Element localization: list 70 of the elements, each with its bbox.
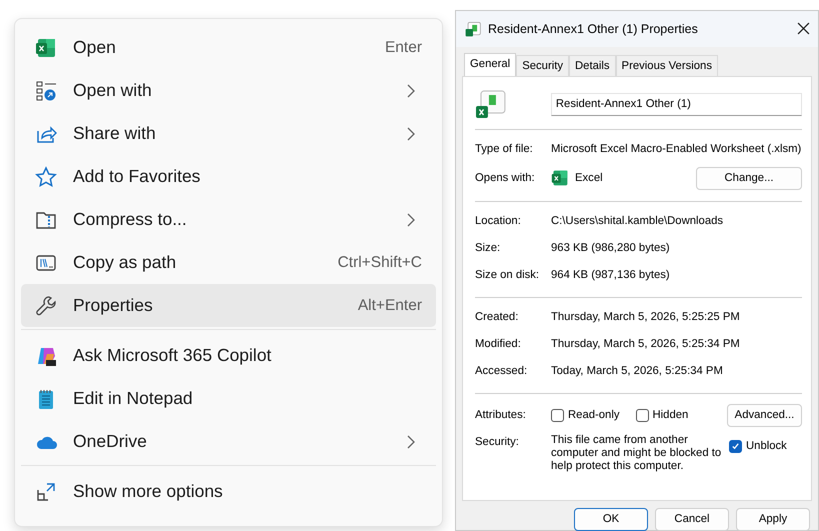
- field-value: Thursday, March 5, 2026, 5:25:34 PM: [551, 337, 740, 352]
- menu-label: Properties: [73, 294, 154, 318]
- field-label: Security:: [475, 435, 520, 450]
- menu-item[interactable]: Copy as path Ctrl+Shift+C: [21, 241, 436, 284]
- shortcut-text: Enter: [384, 38, 422, 58]
- menu-item[interactable]: Share with: [21, 112, 436, 155]
- menu-label: Share with: [73, 122, 157, 146]
- menu-label: Ask Microsoft 365 Copilot: [73, 344, 272, 368]
- dialog-button[interactable]: Apply: [736, 508, 810, 531]
- menu-label: Open with: [73, 79, 153, 102]
- file-name-field[interactable]: Resident-Annex1 Other (1): [550, 92, 802, 116]
- field-value: C:\Users\shital.kamble\Downloads: [551, 214, 724, 230]
- field-label: Size:: [475, 241, 502, 256]
- checkbox-label: Hidden: [652, 408, 688, 423]
- shortcut-text: Alt+Enter: [358, 296, 422, 316]
- menu-label: Show more options: [73, 480, 224, 504]
- menu-item[interactable]: Open Enter: [21, 26, 436, 69]
- security-message: This file came from another computer and might be blocked to help protect this computer.: [551, 434, 722, 473]
- checkbox[interactable]: [729, 440, 742, 453]
- field-label: Location:: [475, 214, 522, 230]
- field-value: 964 KB (987,136 bytes): [551, 268, 670, 284]
- dialog-button[interactable]: Cancel: [655, 508, 729, 531]
- open-with-icon: [35, 80, 57, 102]
- field-value: Thursday, March 5, 2026, 5:25:25 PM: [551, 310, 740, 326]
- field-label: Created:: [475, 310, 520, 326]
- advanced-button[interactable]: Advanced...: [727, 404, 802, 426]
- tab[interactable]: Security: [516, 55, 570, 76]
- checkbox[interactable]: [636, 408, 648, 422]
- tab[interactable]: General: [464, 53, 516, 76]
- menu-item[interactable]: Compress to...: [21, 198, 436, 241]
- menu-item[interactable]: OneDrive: [21, 420, 436, 463]
- checkmark-icon: [731, 442, 740, 451]
- field-label: Type of file:: [475, 142, 534, 158]
- menu-label: Add to Favorites: [73, 165, 202, 188]
- file-icon: [475, 88, 507, 120]
- tab[interactable]: Previous Versions: [616, 55, 718, 76]
- menu-item[interactable]: Add to Favorites: [21, 155, 436, 198]
- checkbox-label: Unblock: [746, 439, 787, 454]
- menu-label: Copy as path: [73, 251, 178, 274]
- checkbox-label: Read-only: [568, 408, 620, 423]
- menu-item[interactable]: Ask Microsoft 365 Copilot: [21, 334, 436, 377]
- field-value: Microsoft Excel Macro-Enabled Worksheet (.xlsm): [551, 142, 802, 158]
- star-icon: [35, 166, 57, 188]
- expand-icon: [35, 480, 57, 502]
- window-title: Resident-Annex1 Other (1) Properties: [488, 20, 699, 38]
- field-label: Size on disk:: [475, 268, 540, 284]
- field-label: Accessed:: [475, 364, 528, 380]
- file-icon: [464, 20, 482, 38]
- tab[interactable]: Details: [569, 55, 616, 76]
- menu-item[interactable]: Properties Alt+Enter: [21, 284, 436, 327]
- field-label: Opens with:: [475, 170, 536, 186]
- menu-label: OneDrive: [73, 430, 148, 454]
- menu-item[interactable]: Edit in Notepad: [21, 377, 436, 420]
- excel-icon: [551, 169, 569, 187]
- field-label: Modified:: [475, 337, 522, 352]
- menu-item[interactable]: Open with: [21, 69, 436, 112]
- change-button[interactable]: Change...: [696, 166, 802, 190]
- menu-item[interactable]: Show more options: [21, 470, 436, 513]
- field-value: Today, March 5, 2026, 5:25:34 PM: [551, 364, 723, 380]
- field-value: 963 KB (986,280 bytes): [551, 241, 670, 256]
- excel-icon: [35, 36, 57, 58]
- menu-label: Edit in Notepad: [73, 387, 194, 410]
- shortcut-text: Ctrl+Shift+C: [338, 252, 422, 273]
- checkbox[interactable]: [551, 408, 564, 422]
- field-value: Excel: [575, 170, 603, 186]
- menu-label: Compress to...: [73, 208, 188, 232]
- wrench-icon: [35, 294, 57, 316]
- menu-label: Open: [73, 36, 117, 60]
- field-label: Attributes:: [475, 408, 527, 423]
- dialog-button[interactable]: OK: [574, 508, 648, 531]
